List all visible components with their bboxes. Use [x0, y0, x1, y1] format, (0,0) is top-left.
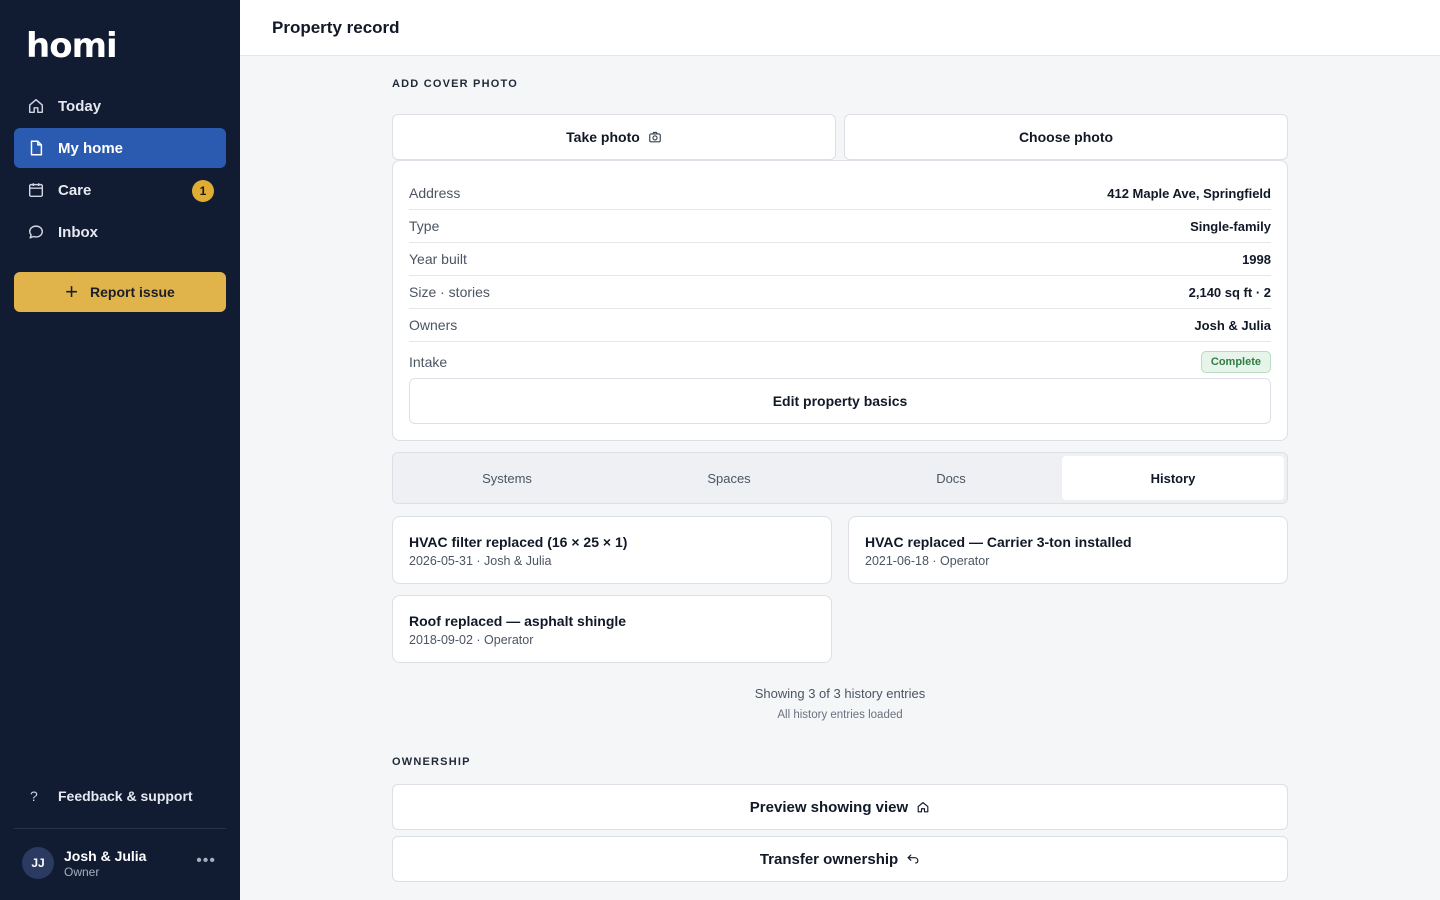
- take-photo-button[interactable]: Take photo: [392, 114, 836, 160]
- ownership-section-label: OWNERSHIP: [392, 756, 471, 768]
- row-value: 2,140 sq ft · 2: [1188, 284, 1271, 300]
- sidebar-nav: Today My home Care 1 Inbox: [14, 86, 226, 254]
- record-tabs: Systems Spaces Docs History: [392, 452, 1288, 504]
- property-row-address: Address 412 Maple Ave, Springfield: [409, 177, 1271, 210]
- row-label: Size · stories: [409, 284, 490, 300]
- row-label: Type: [409, 218, 440, 234]
- row-label: Address: [409, 185, 461, 201]
- property-row-year-built: Year built 1998: [409, 243, 1271, 276]
- transfer-ownership-label: Transfer ownership: [759, 850, 899, 868]
- sidebar-item-today[interactable]: Today: [14, 86, 226, 126]
- cover-photo-section-label: ADD COVER PHOTO: [392, 78, 518, 90]
- row-value: 412 Maple Ave, Springfield: [1107, 185, 1271, 201]
- row-value: 1998: [1242, 251, 1271, 267]
- history-entry[interactable]: Roof replaced — asphalt shingle 2018-09-…: [392, 595, 832, 663]
- property-basics-card: Address 412 Maple Ave, Springfield Type …: [392, 160, 1288, 441]
- preview-showing-label: Preview showing view: [749, 798, 909, 816]
- feedback-support-link[interactable]: ? Feedback & support: [14, 776, 226, 816]
- row-label: Intake: [409, 354, 448, 370]
- edit-property-basics-button[interactable]: Edit property basics: [409, 378, 1271, 424]
- sidebar-item-care[interactable]: Care 1: [14, 170, 226, 210]
- sidebar: homi Today My home Care 1 Inbox + Report…: [0, 0, 240, 900]
- transfer-arrow-icon: [906, 852, 920, 866]
- user-profile[interactable]: JJ Josh & Julia Owner •••: [22, 846, 222, 880]
- camera-icon: [648, 130, 662, 144]
- home-icon: [916, 800, 930, 814]
- sidebar-item-inbox[interactable]: Inbox: [14, 212, 226, 252]
- report-issue-button[interactable]: + Report issue: [14, 272, 226, 312]
- choose-photo-label: Choose photo: [1018, 129, 1114, 145]
- calendar-icon: [26, 180, 46, 200]
- sidebar-item-label: Care: [58, 181, 92, 199]
- history-entry-meta: 2021-06-18 · Operator: [865, 554, 990, 568]
- row-value: Josh & Julia: [1194, 317, 1271, 333]
- home-icon: [26, 96, 46, 116]
- notification-badge: 1: [192, 180, 214, 202]
- choose-photo-button[interactable]: Choose photo: [844, 114, 1288, 160]
- plus-icon: +: [65, 279, 79, 304]
- feedback-label: Feedback & support: [58, 788, 193, 804]
- status-badge: Complete: [1200, 351, 1271, 373]
- history-entry-meta: 2018-09-02 · Operator: [409, 633, 534, 647]
- history-entry[interactable]: HVAC replaced — Carrier 3-ton installed …: [848, 516, 1288, 584]
- property-row-type: Type Single-family: [409, 210, 1271, 243]
- more-options-icon[interactable]: •••: [196, 852, 216, 870]
- tab-systems[interactable]: Systems: [396, 456, 618, 500]
- user-name: Josh & Julia: [64, 847, 147, 864]
- preview-showing-view-button[interactable]: Preview showing view: [392, 784, 1288, 830]
- history-entry-meta: 2026-05-31 · Josh & Julia: [409, 554, 552, 568]
- property-row-intake: Intake Complete: [409, 345, 1271, 379]
- tab-docs[interactable]: Docs: [840, 456, 1062, 500]
- transfer-ownership-button[interactable]: Transfer ownership: [392, 836, 1288, 882]
- row-label: Year built: [409, 251, 467, 267]
- edit-property-label: Edit property basics: [772, 393, 908, 409]
- history-count-text: Showing 3 of 3 history entries: [754, 686, 926, 701]
- sidebar-item-my-home[interactable]: My home: [14, 128, 226, 168]
- sidebar-item-label: Today: [58, 97, 102, 115]
- document-icon: [26, 138, 46, 158]
- sidebar-divider: [14, 828, 226, 829]
- avatar: JJ: [22, 847, 54, 879]
- property-row-owners: Owners Josh & Julia: [409, 309, 1271, 342]
- chat-icon: [26, 222, 46, 242]
- row-value: Single-family: [1190, 218, 1271, 234]
- tab-history[interactable]: History: [1062, 456, 1284, 500]
- page-title: Property record: [272, 18, 400, 37]
- page-header: Property record: [240, 0, 1440, 56]
- history-entry-title: HVAC filter replaced (16 × 25 × 1): [409, 534, 628, 550]
- sidebar-item-label: Inbox: [58, 223, 98, 241]
- homi-logo[interactable]: homi: [26, 29, 118, 63]
- history-entry[interactable]: HVAC filter replaced (16 × 25 × 1) 2026-…: [392, 516, 832, 584]
- help-icon: ?: [30, 788, 38, 804]
- history-entry-title: HVAC replaced — Carrier 3-ton installed: [865, 534, 1132, 550]
- user-role: Owner: [64, 864, 100, 879]
- row-label: Owners: [409, 317, 458, 333]
- tab-spaces[interactable]: Spaces: [618, 456, 840, 500]
- report-issue-label: Report issue: [90, 284, 175, 300]
- property-row-size: Size · stories 2,140 sq ft · 2: [409, 276, 1271, 309]
- history-loaded-text: All history entries loaded: [777, 709, 903, 721]
- history-entry-title: Roof replaced — asphalt shingle: [409, 613, 627, 629]
- sidebar-item-label: My home: [58, 139, 124, 157]
- take-photo-label: Take photo: [566, 129, 640, 145]
